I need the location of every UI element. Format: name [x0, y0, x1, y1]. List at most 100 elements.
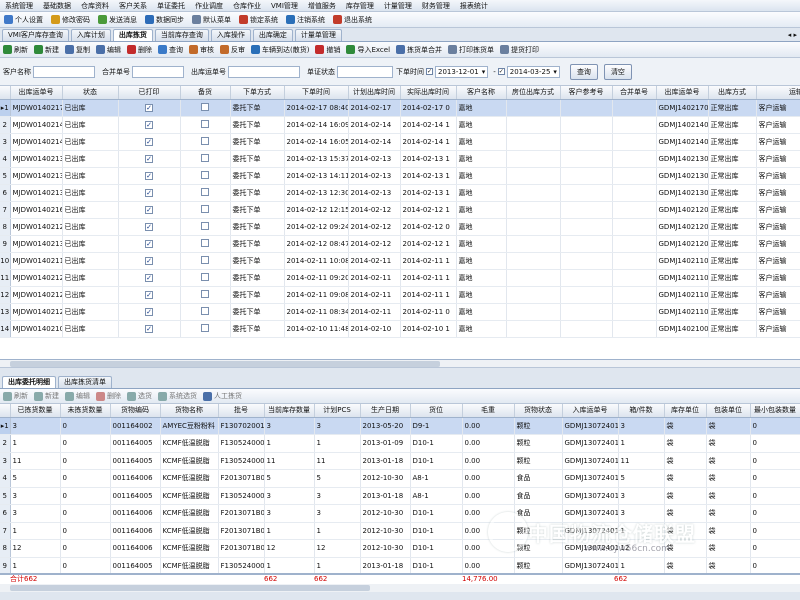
- quickbar-button-6[interactable]: 注销系统: [282, 12, 329, 27]
- checkbox[interactable]: [201, 289, 209, 298]
- column-header[interactable]: 最小包装数量: [750, 404, 800, 418]
- column-header[interactable]: 当前库存数量: [264, 404, 315, 418]
- table-row[interactable]: 13MJDW0140212001已出库 ✓ 委托下单2014-02-11 08:34…: [0, 303, 800, 321]
- toolbar2-button-5[interactable]: 系统选货: [155, 389, 200, 403]
- checkbox[interactable]: ✓: [145, 239, 153, 248]
- checkbox[interactable]: [201, 238, 209, 247]
- table-row[interactable]: 3110001164005KCMF低温脱脂F130524000111112013…: [0, 452, 800, 470]
- contract-no-input[interactable]: [132, 65, 184, 78]
- toolbar-button-2[interactable]: 复制: [62, 42, 93, 57]
- toolbar-button-11[interactable]: 拣货单合并: [393, 42, 445, 57]
- module-tab-1[interactable]: 入库计划: [70, 29, 111, 41]
- menu-item-8[interactable]: 增值服务: [303, 0, 341, 11]
- menu-item-3[interactable]: 客户关系: [114, 0, 152, 11]
- toolbar2-button-4[interactable]: 选货: [124, 389, 155, 403]
- checkbox[interactable]: ✓: [145, 154, 153, 163]
- checkbox[interactable]: ✓: [145, 273, 153, 282]
- menu-item-2[interactable]: 仓库资料: [76, 0, 114, 11]
- checkbox[interactable]: ✓: [145, 222, 153, 231]
- menu-item-4[interactable]: 单证委托: [152, 0, 190, 11]
- table-row[interactable]: 8MJDW0140212005已出库✓委托下单2014-02-12 09:242…: [0, 218, 800, 236]
- checkbox[interactable]: ✓: [145, 290, 153, 299]
- column-header[interactable]: 计划PCS: [314, 404, 361, 418]
- table-row[interactable]: 2MJDW0140214002已出库✓委托下单2014-02-14 16:092…: [0, 116, 800, 134]
- checkbox[interactable]: [201, 170, 209, 179]
- column-header[interactable]: 房位出库方式: [506, 86, 561, 100]
- menu-item-6[interactable]: 仓库作业: [228, 0, 266, 11]
- date-from-picker[interactable]: 2013-12-01 ▾: [435, 65, 489, 78]
- quickbar-button-7[interactable]: 退出系统: [329, 12, 376, 27]
- quickbar-button-0[interactable]: 个人设置: [0, 12, 47, 27]
- table-row[interactable]: 910001164005KCMF低温脱脂F1305240001112013-01…: [0, 557, 800, 573]
- menu-item-1[interactable]: 基础数据: [38, 0, 76, 11]
- date-to-checkbox[interactable]: ✓: [497, 68, 505, 75]
- toolbar2-button-6[interactable]: 人工拣货: [200, 389, 245, 403]
- checkbox[interactable]: ✓: [145, 103, 153, 112]
- table-row[interactable]: 3MJDW0140214001已出库✓委托下单2014-02-14 16:052…: [0, 133, 800, 151]
- table-row[interactable]: 710001164006KCMF低温脱脂F2013071B0025112012-…: [0, 522, 800, 540]
- column-header[interactable]: 出库运单号: [10, 86, 63, 100]
- detail-tab-1[interactable]: 出库拣货清单: [58, 376, 112, 388]
- column-header[interactable]: [0, 404, 11, 418]
- column-header[interactable]: 运输方式: [756, 86, 800, 100]
- toolbar-button-0[interactable]: 刷新: [0, 42, 31, 57]
- column-header[interactable]: 货物编码: [110, 404, 161, 418]
- checkbox[interactable]: ✓: [145, 120, 153, 129]
- column-header[interactable]: 生产日期: [360, 404, 411, 418]
- module-tab-5[interactable]: 出库确定: [252, 29, 293, 41]
- column-header[interactable]: 状态: [62, 86, 119, 100]
- menu-item-5[interactable]: 作业调度: [190, 0, 228, 11]
- column-header[interactable]: 批号: [218, 404, 265, 418]
- detail-horizontal-scrollbar[interactable]: [0, 584, 800, 592]
- table-row[interactable]: 11MJDW0140212004已出库 ✓ 委托下单2014-02-11 09:20…: [0, 269, 800, 287]
- date-from-checkbox[interactable]: ✓: [426, 68, 433, 75]
- column-header[interactable]: 下单时间: [284, 86, 349, 100]
- table-row[interactable]: 450001164006KCMF低温脱脂F2013071B0025552012-…: [0, 469, 800, 488]
- checkbox[interactable]: ✓: [145, 256, 153, 265]
- detail-tab-0[interactable]: 出库委托明细: [2, 376, 56, 388]
- toolbar2-button-2[interactable]: 编辑: [62, 389, 93, 403]
- tab-scroll-arrows-icon[interactable]: ◂ ▸: [788, 29, 800, 41]
- table-row[interactable]: 10MJDW0140211004已出库 ✓ 委托下单2014-02-11 10:08…: [0, 252, 800, 270]
- toolbar-button-13[interactable]: 提货打印: [497, 42, 542, 57]
- checkbox[interactable]: [201, 255, 209, 264]
- orders-horizontal-scrollbar[interactable]: [0, 360, 800, 368]
- table-row[interactable]: ▸130001164002AMYEC豆粉粉料F1307020014332013-…: [0, 417, 800, 435]
- column-header[interactable]: 入库运单号: [562, 404, 619, 418]
- checkbox[interactable]: [201, 204, 209, 213]
- column-header[interactable]: 未拣货数量: [60, 404, 111, 418]
- checkbox[interactable]: ✓: [145, 307, 153, 316]
- checkbox[interactable]: [201, 136, 209, 145]
- column-header[interactable]: 箱/件数: [618, 404, 665, 418]
- checkbox[interactable]: [201, 102, 209, 111]
- doc-status-select[interactable]: [337, 65, 393, 78]
- toolbar2-button-1[interactable]: 新建: [31, 389, 62, 403]
- column-header[interactable]: 货物状态: [514, 404, 563, 418]
- checkbox[interactable]: [201, 119, 209, 128]
- checkbox[interactable]: [201, 221, 209, 230]
- toolbar-button-4[interactable]: 删除: [124, 42, 155, 57]
- toolbar2-button-0[interactable]: 刷新: [0, 389, 31, 403]
- column-header[interactable]: 出库方式: [708, 86, 757, 100]
- table-row[interactable]: 7MJDW0140216001已出库✓委托下单2014-02-12 12:152…: [0, 201, 800, 219]
- module-tab-2[interactable]: 出库拣货: [112, 29, 153, 41]
- checkbox[interactable]: [201, 306, 209, 315]
- column-header[interactable]: 客户名称: [456, 86, 507, 100]
- column-header[interactable]: 出库运单号: [656, 86, 709, 100]
- checkbox[interactable]: ✓: [145, 137, 153, 146]
- toolbar-button-12[interactable]: 打印拣货单: [445, 42, 497, 57]
- table-row[interactable]: 12MJDW0140212002已出库 ✓ 委托下单2014-02-11 09:08…: [0, 286, 800, 304]
- module-tab-4[interactable]: 入库操作: [210, 29, 251, 41]
- scroll-thumb[interactable]: [10, 585, 370, 591]
- menu-item-9[interactable]: 库存管理: [341, 0, 379, 11]
- column-header[interactable]: 包装单位: [706, 404, 751, 418]
- toolbar-button-3[interactable]: 编辑: [93, 42, 124, 57]
- column-header[interactable]: 货位: [410, 404, 463, 418]
- toolbar-button-10[interactable]: 导入Excel: [343, 42, 393, 57]
- table-row[interactable]: 8120001164006KCMF低温脱脂F2013071B0025121220…: [0, 539, 800, 558]
- module-tab-3[interactable]: 当前库存查询: [154, 29, 209, 41]
- checkbox[interactable]: ✓: [145, 205, 153, 214]
- column-header[interactable]: 客户参考号: [560, 86, 613, 100]
- customer-name-input[interactable]: [33, 65, 95, 78]
- toolbar-button-9[interactable]: 撤销: [312, 42, 343, 57]
